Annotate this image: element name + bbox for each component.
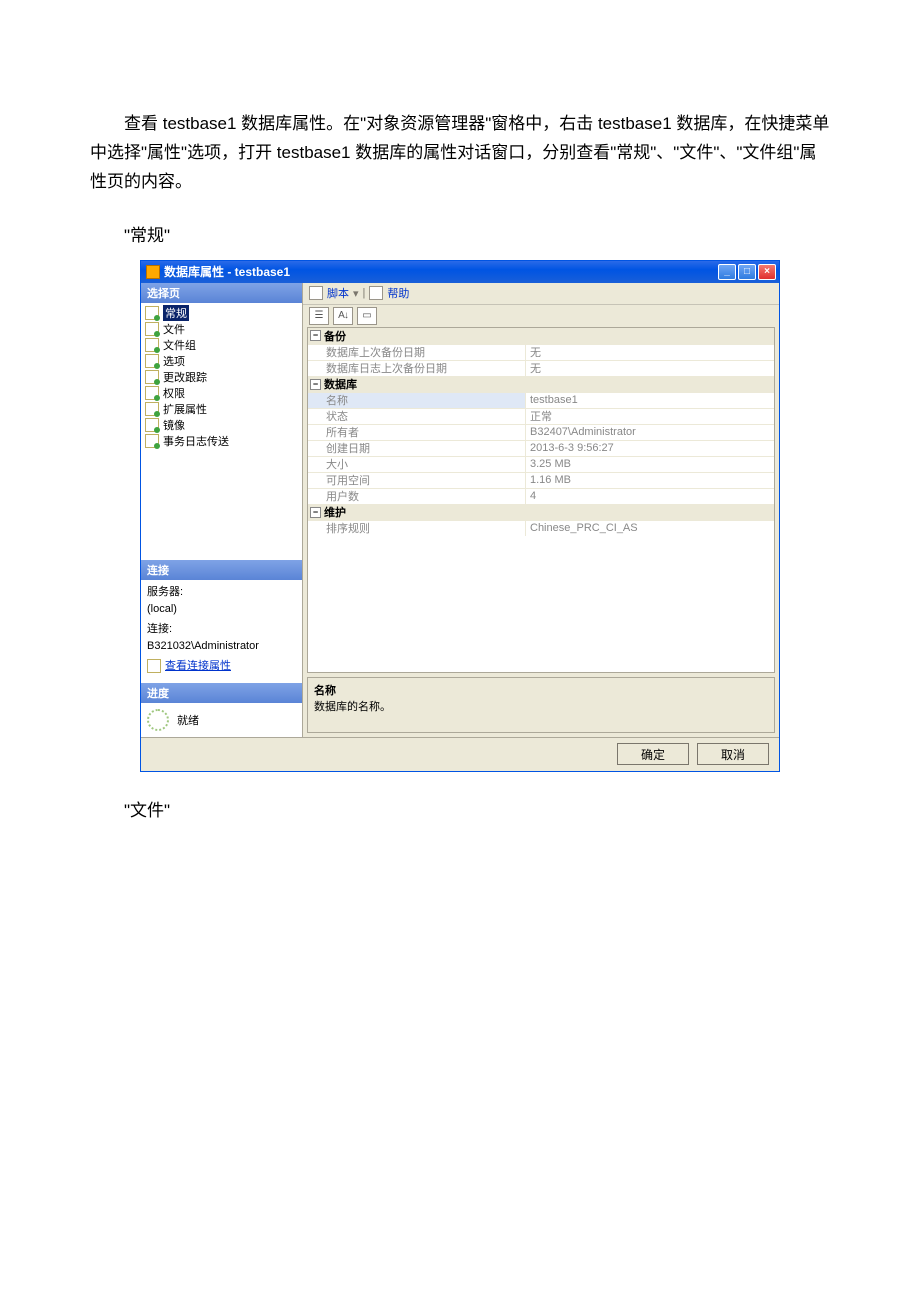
close-button[interactable]: × [758, 264, 776, 280]
script-icon [309, 286, 323, 300]
nav-label: 选项 [163, 353, 185, 369]
collapse-icon[interactable]: − [310, 330, 321, 341]
categorized-button[interactable]: ☰ [309, 307, 329, 325]
page-nav-list: 常规 文件 文件组 选项 更改跟踪 权限 扩展属性 镜像 事务日志传送 [141, 303, 302, 451]
category-label: 备份 [324, 328, 346, 344]
script-button[interactable]: 脚本 [327, 285, 349, 301]
nav-filegroups[interactable]: 文件组 [141, 337, 302, 353]
server-value: (local) [147, 601, 296, 618]
nav-options[interactable]: 选项 [141, 353, 302, 369]
ok-button[interactable]: 确定 [617, 743, 689, 765]
dropdown-icon[interactable]: ▾ [353, 287, 359, 300]
nav-permissions[interactable]: 权限 [141, 385, 302, 401]
progress-header: 进度 [141, 683, 302, 703]
page-icon [145, 370, 159, 384]
select-page-header: 选择页 [141, 283, 302, 303]
prop-value: 2013-6-3 9:56:27 [526, 441, 774, 456]
nav-label: 扩展属性 [163, 401, 207, 417]
status-ready: 就绪 [177, 712, 199, 728]
prop-value: Chinese_PRC_CI_AS [526, 521, 774, 536]
window-icon [146, 265, 160, 279]
connection-panel: 服务器: (local) 连接: B321032\Administrator 查… [141, 580, 302, 683]
prop-value: 无 [526, 345, 774, 360]
property-pages-button[interactable]: ▭ [357, 307, 377, 325]
link-icon [147, 659, 161, 673]
alphabetical-button[interactable]: A↓ [333, 307, 353, 325]
spinner-icon [147, 709, 169, 731]
titlebar[interactable]: 数据库属性 - testbase1 _ □ × [141, 261, 779, 283]
right-pane: 脚本 ▾ | 帮助 ☰ A↓ ▭ −备份 数据库上次备份日期无 数 [303, 283, 779, 737]
nav-label: 文件 [163, 321, 185, 337]
nav-general[interactable]: 常规 [141, 305, 302, 321]
page-icon [145, 338, 159, 352]
category-label: 维护 [324, 504, 346, 520]
nav-mirroring[interactable]: 镜像 [141, 417, 302, 433]
prop-label: 数据库上次备份日期 [308, 345, 526, 360]
page-icon [145, 434, 159, 448]
prop-label: 排序规则 [308, 521, 526, 536]
connection-value: B321032\Administrator [147, 638, 296, 655]
prop-label: 状态 [308, 409, 526, 424]
prop-label: 名称 [308, 393, 526, 408]
category-maintenance[interactable]: −维护 [308, 504, 774, 520]
nav-label: 文件组 [163, 337, 196, 353]
prop-value: 无 [526, 361, 774, 376]
prop-value: 3.25 MB [526, 457, 774, 472]
page-icon [145, 322, 159, 336]
window-title: 数据库属性 - testbase1 [164, 263, 718, 280]
page-icon [145, 386, 159, 400]
maximize-button[interactable]: □ [738, 264, 756, 280]
nav-extended-props[interactable]: 扩展属性 [141, 401, 302, 417]
server-label: 服务器: [147, 584, 296, 601]
page-icon [145, 354, 159, 368]
help-icon [369, 286, 383, 300]
view-connection-link[interactable]: 查看连接属性 [165, 660, 231, 672]
category-backup[interactable]: −备份 [308, 328, 774, 344]
connection-label: 连接: [147, 621, 296, 638]
nav-change-tracking[interactable]: 更改跟踪 [141, 369, 302, 385]
dialog-window: 数据库属性 - testbase1 _ □ × 选择页 常规 文件 文件组 选项… [140, 260, 780, 772]
desc-title: 名称 [314, 682, 768, 698]
prop-value: 正常 [526, 409, 774, 424]
category-database[interactable]: −数据库 [308, 376, 774, 392]
nav-label: 事务日志传送 [163, 433, 229, 449]
nav-label: 镜像 [163, 417, 185, 433]
minimize-button[interactable]: _ [718, 264, 736, 280]
property-grid[interactable]: −备份 数据库上次备份日期无 数据库日志上次备份日期无 −数据库 名称testb… [307, 327, 775, 673]
page-icon [145, 402, 159, 416]
label-general: "常规" [90, 221, 830, 246]
toolbar: 脚本 ▾ | 帮助 [303, 283, 779, 305]
nav-label: 常规 [163, 305, 189, 321]
page-icon [145, 306, 159, 320]
prop-label: 数据库日志上次备份日期 [308, 361, 526, 376]
prop-label: 用户数 [308, 489, 526, 504]
help-button[interactable]: 帮助 [387, 285, 409, 301]
prop-label: 可用空间 [308, 473, 526, 488]
nav-label: 更改跟踪 [163, 369, 207, 385]
nav-files[interactable]: 文件 [141, 321, 302, 337]
progress-panel: 就绪 [141, 703, 302, 737]
prop-label: 所有者 [308, 425, 526, 440]
left-pane: 选择页 常规 文件 文件组 选项 更改跟踪 权限 扩展属性 镜像 事务日志传送 … [141, 283, 303, 737]
prop-label: 大小 [308, 457, 526, 472]
category-label: 数据库 [324, 376, 357, 392]
prop-label: 创建日期 [308, 441, 526, 456]
page-icon [145, 418, 159, 432]
collapse-icon[interactable]: − [310, 507, 321, 518]
prop-value: 4 [526, 489, 774, 504]
desc-text: 数据库的名称。 [314, 698, 768, 714]
description-box: 名称 数据库的名称。 [307, 677, 775, 733]
nav-log-shipping[interactable]: 事务日志传送 [141, 433, 302, 449]
connection-header: 连接 [141, 560, 302, 580]
prop-value: B32407\Administrator [526, 425, 774, 440]
nav-label: 权限 [163, 385, 185, 401]
label-file: "文件" [90, 796, 830, 821]
cancel-button[interactable]: 取消 [697, 743, 769, 765]
prop-value: testbase1 [526, 393, 774, 408]
doc-paragraph: 查看 testbase1 数据库属性。在"对象资源管理器"窗格中，右击 test… [90, 110, 830, 197]
collapse-icon[interactable]: − [310, 379, 321, 390]
prop-value: 1.16 MB [526, 473, 774, 488]
dialog-footer: 确定 取消 [141, 737, 779, 771]
